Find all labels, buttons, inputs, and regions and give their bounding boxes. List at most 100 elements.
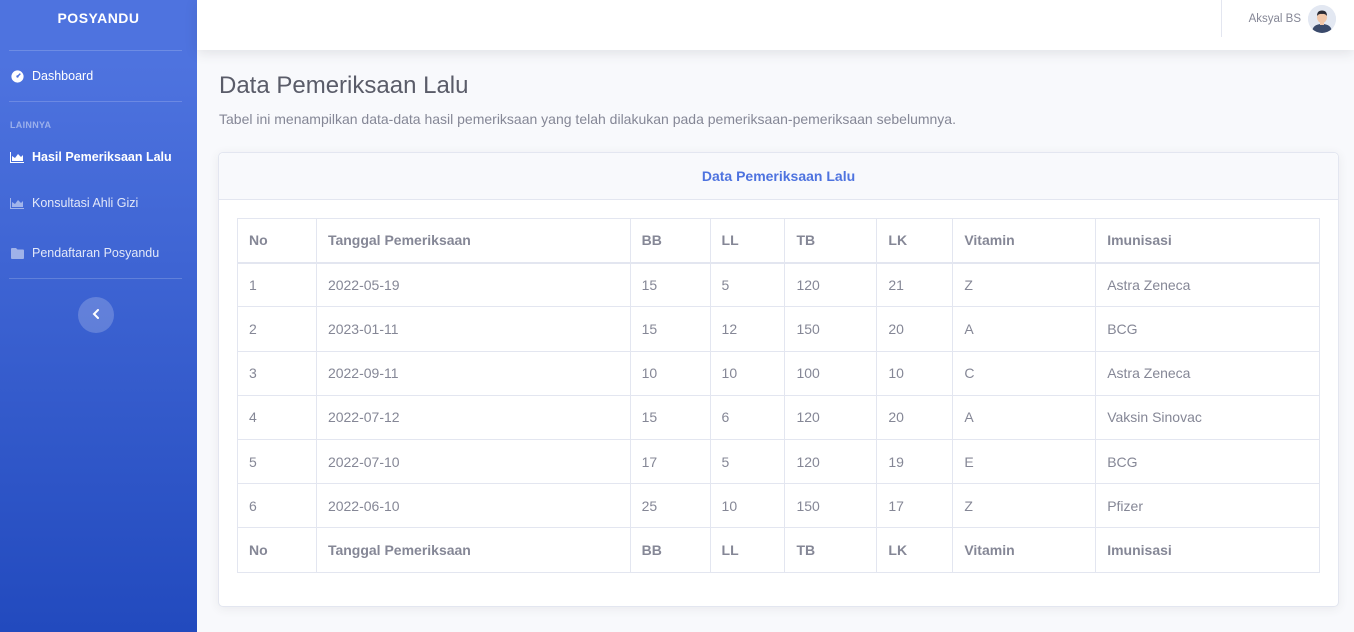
table-cell: 25 (629, 483, 711, 529)
folder-icon (10, 247, 24, 259)
table-cell: 4 (237, 394, 317, 440)
table-cell: 15 (629, 394, 711, 440)
table-row: 5 2022-07-10 17 5 120 19 E BCG (237, 438, 1320, 485)
table-cell: 19 (876, 438, 954, 485)
table-cell: 2022-05-19 (315, 262, 631, 308)
column-footer: Imunisasi (1095, 527, 1320, 573)
page-description: Tabel ini menampilkan data-data hasil pe… (219, 111, 956, 127)
table-cell: 120 (784, 394, 878, 440)
column-header[interactable]: LL (709, 217, 786, 264)
table-cell: 10 (876, 350, 954, 396)
avatar (1308, 5, 1336, 33)
data-table: No Tanggal Pemeriksaan BB LL TB LK Vitam… (237, 217, 1320, 573)
table-row: 4 2022-07-12 15 6 120 20 A Vaksin Sinova… (237, 394, 1320, 440)
table-header-row: No Tanggal Pemeriksaan BB LL TB LK Vitam… (237, 217, 1320, 264)
table-cell: 15 (629, 262, 711, 308)
table-cell: Z (952, 483, 1097, 529)
chart-area-icon (10, 151, 24, 163)
page-title: Data Pemeriksaan Lalu (219, 72, 469, 99)
column-footer: Tanggal Pemeriksaan (315, 527, 631, 573)
table-cell: 2022-06-10 (315, 483, 631, 529)
table-cell: BCG (1095, 306, 1320, 352)
brand-logo-text[interactable]: POSYANDU (0, 0, 197, 50)
column-header[interactable]: No (237, 217, 317, 264)
user-name: Aksyal BS (1248, 13, 1301, 25)
table-cell: 17 (876, 483, 954, 529)
sidebar-toggle-button[interactable] (78, 297, 114, 333)
table-cell: Vaksin Sinovac (1095, 394, 1320, 440)
sidebar-item-konsultasi[interactable]: Konsultasi Ahli Gizi (0, 178, 197, 228)
sidebar-item-label: Konsultasi Ahli Gizi (32, 196, 139, 210)
column-header[interactable]: Imunisasi (1095, 217, 1320, 264)
sidebar-item-label: Hasil Pemeriksaan Lalu (32, 150, 172, 164)
column-footer: BB (629, 527, 711, 573)
column-header[interactable]: TB (784, 217, 878, 264)
table-cell: 5 (709, 262, 786, 308)
table-cell: 2022-07-12 (315, 394, 631, 440)
sidebar-item-dashboard[interactable]: Dashboard (0, 51, 197, 101)
table-cell: 120 (784, 262, 878, 308)
sidebar-item-hasil-pemeriksaan[interactable]: Hasil Pemeriksaan Lalu (0, 136, 197, 178)
column-footer: TB (784, 527, 878, 573)
table-footer-row: No Tanggal Pemeriksaan BB LL TB LK Vitam… (237, 527, 1320, 573)
table-cell: 6 (237, 483, 317, 529)
table-cell: Astra Zeneca (1095, 350, 1320, 396)
column-footer: No (237, 527, 317, 573)
table-cell: 120 (784, 438, 878, 485)
table-cell: Z (952, 262, 1097, 308)
table-cell: A (952, 306, 1097, 352)
table-row: 2 2023-01-11 15 12 150 20 A BCG (237, 306, 1320, 352)
column-header[interactable]: LK (876, 217, 954, 264)
table-cell: A (952, 394, 1097, 440)
sidebar-item-pendaftaran[interactable]: Pendaftaran Posyandu (0, 228, 197, 278)
tachometer-icon (10, 69, 24, 83)
table-cell: 21 (876, 262, 954, 308)
card-header: Data Pemeriksaan Lalu (219, 153, 1338, 200)
table-cell: E (952, 438, 1097, 485)
table-cell: 2 (237, 306, 317, 352)
sidebar-heading: LAINNYA (10, 120, 52, 130)
table-cell: BCG (1095, 438, 1320, 485)
column-header[interactable]: Vitamin (952, 217, 1097, 264)
table-cell: 3 (237, 350, 317, 396)
column-header[interactable]: Tanggal Pemeriksaan (315, 217, 631, 264)
table-cell: 6 (709, 394, 786, 440)
table-cell: 150 (784, 306, 878, 352)
table-cell: 5 (237, 438, 317, 485)
column-footer: Vitamin (952, 527, 1097, 573)
table-cell: 12 (709, 306, 786, 352)
table-cell: 2022-07-10 (315, 438, 631, 485)
topbar-divider (1221, 0, 1222, 37)
sidebar-item-label: Pendaftaran Posyandu (32, 246, 160, 260)
topbar: Aksyal BS (197, 0, 1354, 50)
column-footer: LK (876, 527, 954, 573)
chart-area-icon (10, 197, 24, 209)
sidebar: POSYANDU Dashboard LAINNYA Hasil Pemerik… (0, 0, 197, 632)
main-content: Data Pemeriksaan Lalu Tabel ini menampil… (197, 50, 1354, 632)
table-cell: Pfizer (1095, 483, 1320, 529)
column-footer: LL (709, 527, 786, 573)
table-cell: 20 (876, 306, 954, 352)
table-cell: 5 (709, 438, 786, 485)
column-header[interactable]: BB (629, 217, 711, 264)
sidebar-divider (9, 278, 182, 279)
table-cell: 100 (784, 350, 878, 396)
table-cell: 10 (709, 350, 786, 396)
table-row: 3 2022-09-11 10 10 100 10 C Astra Zeneca (237, 350, 1320, 396)
table-cell: 20 (876, 394, 954, 440)
data-card: Data Pemeriksaan Lalu No Tanggal Pemerik… (218, 152, 1339, 607)
table-cell: 1 (237, 262, 317, 308)
sidebar-item-label: Dashboard (32, 69, 94, 83)
table-cell: 15 (629, 306, 711, 352)
table-cell: 2023-01-11 (315, 306, 631, 352)
table-row: 6 2022-06-10 25 10 150 17 Z Pfizer (237, 483, 1320, 529)
table-cell: Astra Zeneca (1095, 262, 1320, 308)
table-cell: 150 (784, 483, 878, 529)
chevron-left-icon (92, 306, 100, 324)
table-cell: 10 (709, 483, 786, 529)
table-row: 1 2022-05-19 15 5 120 21 Z Astra Zeneca (237, 262, 1320, 308)
table-cell: 17 (629, 438, 711, 485)
table-cell: 10 (629, 350, 711, 396)
table-cell: C (952, 350, 1097, 396)
user-dropdown[interactable]: Aksyal BS (1249, 5, 1336, 33)
